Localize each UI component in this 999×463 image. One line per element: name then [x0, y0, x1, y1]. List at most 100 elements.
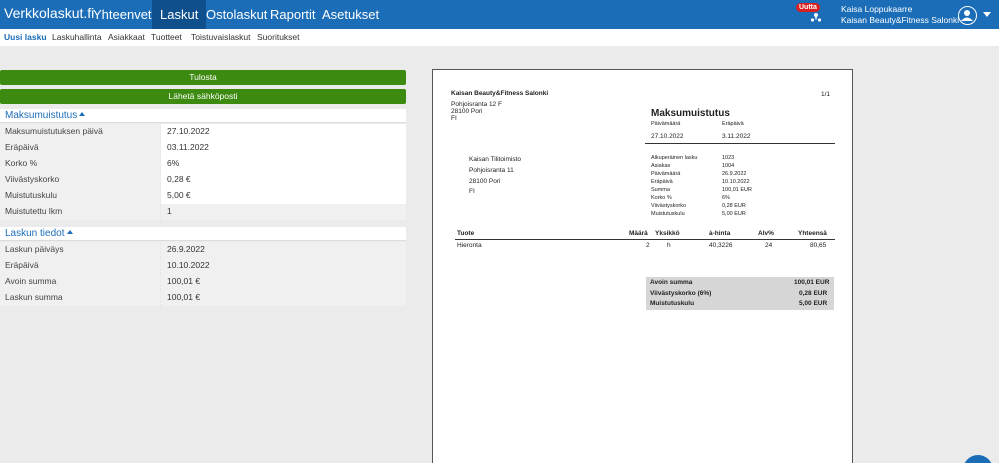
doc-detail-value: 1023	[722, 155, 735, 161]
doc-detail-label: Summa	[651, 187, 670, 193]
doc-detail-value: 0,28 EUR	[722, 203, 746, 209]
invoice-row: Laskun päiväys 26.9.2022	[0, 242, 406, 258]
doc-sender-name: Kaisan Beauty&Fitness Salonki	[451, 90, 549, 97]
doc-recipient-line: 28100 Pori	[469, 178, 501, 185]
total-label: Muistutuskulu	[650, 300, 695, 307]
invoice-date-value: 26.9.2022	[161, 242, 406, 258]
organization-icon	[810, 13, 822, 22]
total-label: Viivästyskorko (6%)	[650, 290, 712, 297]
divider	[645, 143, 835, 144]
reminder-due-date-field[interactable]: 03.11.2022	[161, 140, 406, 156]
total-label: Avoin summa	[650, 279, 693, 286]
total-value: 100,01 EUR	[794, 279, 830, 286]
invoice-section-header[interactable]: Laskun tiedot	[0, 227, 406, 241]
reminder-row: Muistutettu lkm 1	[0, 204, 406, 220]
user-name: Kaisa Loppukaarre	[841, 4, 913, 14]
doc-detail-label: Korko %	[651, 195, 672, 201]
invoice-due-date-value: 10.10.2022	[161, 258, 406, 274]
field-label: Laskun päiväys	[0, 242, 160, 258]
reminder-section-header[interactable]: Maksumuistutus	[0, 109, 406, 123]
print-button[interactable]: Tulosta	[0, 70, 406, 85]
table-header-product: Tuote	[457, 230, 475, 237]
total-value: 0,28 EUR	[799, 290, 828, 297]
user-menu[interactable]: Kaisa Loppukaarre Kaisan Beauty&Fitness …	[841, 4, 959, 26]
reminder-row: Eräpäivä 03.11.2022	[0, 140, 406, 156]
reminder-document-preview: Kaisan Beauty&Fitness Salonki Pohjoisran…	[432, 69, 853, 463]
tab-toistuvaislaskut[interactable]: Toistuvaislaskut	[191, 32, 251, 42]
chevron-down-icon[interactable]	[983, 12, 991, 17]
reminder-fee-field[interactable]: 5,00 €	[161, 188, 406, 204]
news-badge: Uutta	[796, 3, 820, 12]
doc-detail-value: 100,01 EUR	[722, 187, 752, 193]
chevron-up-icon	[66, 230, 73, 234]
news-button[interactable]: Uutta	[796, 3, 822, 27]
doc-detail-value: 6%	[722, 195, 730, 201]
brand-logo[interactable]: Verkkolaskut.fi	[4, 5, 94, 21]
doc-recipient-line: Kaisan Tilitoimisto	[469, 156, 522, 163]
divider	[455, 239, 835, 240]
doc-date: 27.10.2022	[651, 133, 684, 140]
company-name: Kaisan Beauty&Fitness Salonki	[841, 15, 960, 25]
reminder-row: Muistutuskulu 5,00 €	[0, 188, 406, 204]
doc-detail-label: Eräpäivä	[651, 179, 673, 185]
doc-detail-label: Päivämäärä	[651, 171, 681, 177]
invoice-row: Eräpäivä 10.10.2022	[0, 258, 406, 274]
field-label: Korko %	[0, 156, 160, 172]
invoice-section-title: Laskun tiedot	[5, 228, 65, 239]
doc-detail-value: 26.9.2022	[722, 171, 747, 177]
doc-due-label: Eräpäivä	[722, 121, 744, 127]
send-email-button[interactable]: Lähetä sähköposti	[0, 89, 406, 104]
doc-heading: Maksumuistutus	[651, 108, 730, 119]
doc-sender-address-line: 28100 Pori	[451, 108, 483, 115]
table-cell-quantity: 2	[646, 242, 650, 249]
field-label: Muistutettu lkm	[0, 204, 160, 220]
tab-suoritukset[interactable]: Suoritukset	[257, 32, 300, 42]
field-label: Viivästyskorko	[0, 172, 160, 188]
table-cell-unit: h	[667, 242, 671, 249]
doc-detail-value: 10.10.2022	[722, 179, 750, 185]
invoice-row: Avoin summa 100,01 €	[0, 274, 406, 290]
doc-detail-label: Asiakas	[651, 163, 671, 169]
invoice-total-value: 100,01 €	[161, 290, 406, 306]
doc-recipient-line: Pohjoisranta 11	[469, 167, 514, 174]
table-header-vat: Alv%	[758, 230, 774, 237]
table-cell-product: Hieronta	[457, 242, 482, 249]
table-header-quantity: Määrä	[629, 230, 648, 237]
field-label: Eräpäivä	[0, 258, 160, 274]
user-avatar-icon[interactable]	[958, 6, 977, 25]
doc-due-date: 3.11.2022	[722, 133, 751, 140]
help-chat-button[interactable]	[963, 455, 993, 463]
top-nav-bar: Verkkolaskut.fi Yhteenveto Laskut Ostola…	[0, 0, 999, 29]
tab-asiakkaat[interactable]: Asiakkaat	[108, 32, 145, 42]
reminder-row: Maksumuistutuksen päivä 27.10.2022	[0, 124, 406, 140]
interest-rate-field[interactable]: 6%	[161, 156, 406, 172]
open-amount-value: 100,01 €	[161, 274, 406, 290]
nav-item-asetukset[interactable]: Asetukset	[314, 0, 387, 29]
doc-detail-label: Viivästyskorko	[651, 203, 687, 209]
table-cell-vat: 24	[765, 242, 773, 249]
table-header-unit: Yksikkö	[655, 230, 680, 237]
field-label: Laskun summa	[0, 290, 160, 306]
doc-detail-value: 1004	[722, 163, 735, 169]
doc-sender-address-line: FI	[451, 115, 457, 122]
doc-recipient-line: FI	[469, 188, 475, 195]
table-cell-total: 80,65	[810, 242, 827, 249]
table-header-unit-price: à-hinta	[709, 230, 731, 237]
tab-laskuhallinta[interactable]: Laskuhallinta	[52, 32, 102, 42]
reminder-section-title: Maksumuistutus	[5, 110, 78, 121]
invoice-row: Laskun summa 100,01 €	[0, 290, 406, 306]
doc-detail-label: Alkuperäinen lasku	[651, 155, 698, 161]
tab-tuotteet[interactable]: Tuotteet	[151, 32, 182, 42]
doc-date-label: Päivämäärä	[651, 121, 681, 127]
field-label: Muistutuskulu	[0, 188, 160, 204]
reminder-count-value: 1	[161, 204, 406, 220]
field-label: Maksumuistutuksen päivä	[0, 124, 160, 140]
chevron-up-icon	[79, 112, 86, 116]
total-value: 5,00 EUR	[799, 300, 828, 307]
doc-detail-value: 5,00 EUR	[722, 211, 746, 217]
tab-uusi-lasku[interactable]: Uusi lasku	[4, 32, 47, 42]
sub-nav-bar: Uusi lasku Laskuhallinta Asiakkaat Tuott…	[0, 29, 999, 46]
doc-sender-address-line: Pohjoisranta 12 F	[451, 101, 502, 108]
late-interest-field[interactable]: 0,28 €	[161, 172, 406, 188]
reminder-date-field[interactable]: 27.10.2022	[161, 124, 406, 140]
